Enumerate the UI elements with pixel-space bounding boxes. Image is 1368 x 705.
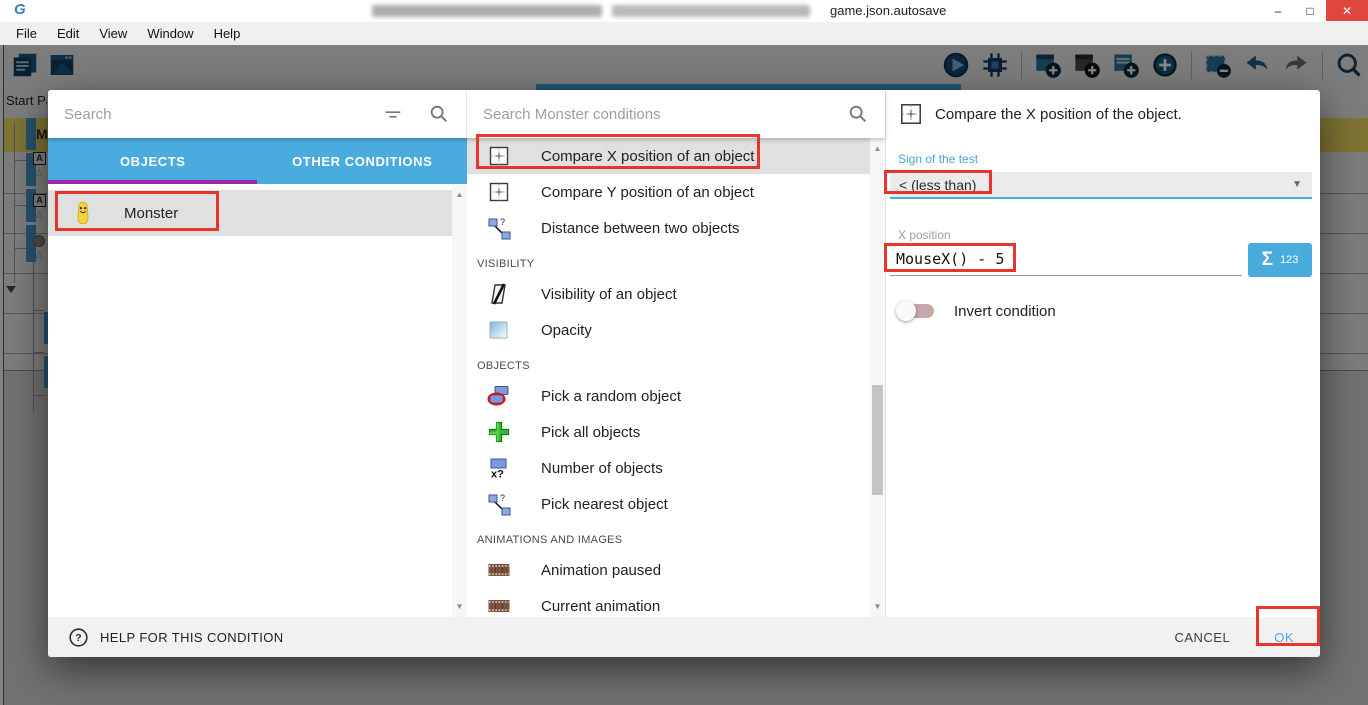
conditions-list: Compare X position of an objectCompare Y… bbox=[467, 138, 870, 617]
condition-label: Visibility of an object bbox=[541, 286, 677, 303]
condition-list-item[interactable]: Pick all objects bbox=[467, 414, 870, 450]
condition-list-item[interactable]: ? Pick nearest object bbox=[467, 486, 870, 522]
pick-all-icon bbox=[487, 420, 511, 444]
condition-list-item[interactable]: Opacity bbox=[467, 312, 870, 348]
toggle-knob bbox=[896, 301, 916, 321]
object-search-input[interactable] bbox=[64, 106, 358, 123]
dialog-footer: ? HELP FOR THIS CONDITION CANCEL OK bbox=[48, 617, 1320, 657]
x-position-label: X position bbox=[898, 228, 951, 242]
condition-label: Distance between two objects bbox=[541, 220, 739, 237]
opacity-icon bbox=[487, 318, 511, 342]
redacted-path-text bbox=[612, 5, 810, 17]
minimize-button[interactable]: – bbox=[1262, 0, 1294, 21]
active-tab-indicator bbox=[48, 180, 257, 184]
tab-objects[interactable]: OBJECTS bbox=[48, 138, 258, 184]
condition-list-item[interactable]: x? Number of objects bbox=[467, 450, 870, 486]
animation-icon bbox=[487, 594, 511, 617]
condition-label: Opacity bbox=[541, 322, 592, 339]
animation-icon bbox=[487, 558, 511, 582]
condition-title: Compare the X position of the object. bbox=[935, 106, 1182, 123]
sign-of-test-label: Sign of the test bbox=[898, 152, 978, 166]
menu-help[interactable]: Help bbox=[204, 26, 251, 41]
search-icon[interactable] bbox=[428, 103, 450, 125]
object-list-scrollbar[interactable]: ▲ ▼ bbox=[452, 184, 467, 617]
condition-label: Pick all objects bbox=[541, 424, 640, 441]
conditions-list-scrollbar[interactable]: ▲ ▼ bbox=[870, 138, 885, 617]
search-bar-row bbox=[48, 90, 885, 138]
sigma-icon: Σ bbox=[1262, 249, 1273, 271]
title-bar: G game.json.autosave –□✕ bbox=[0, 0, 1368, 22]
menu-file[interactable]: File bbox=[6, 26, 47, 41]
condition-list-item[interactable]: Pick a random object bbox=[467, 378, 870, 414]
condition-section-header: OBJECTS bbox=[467, 348, 870, 378]
window-controls: –□✕ bbox=[1262, 0, 1368, 21]
condition-list-item[interactable]: Current animation bbox=[467, 588, 870, 617]
scroll-up-arrow-icon[interactable]: ▲ bbox=[870, 141, 885, 156]
position-y-icon bbox=[487, 180, 511, 204]
condition-list-item[interactable]: ? Distance between two objects bbox=[467, 210, 870, 246]
close-button[interactable]: ✕ bbox=[1326, 0, 1368, 21]
condition-detail-header: Compare the X position of the object. bbox=[886, 90, 1320, 138]
scroll-down-arrow-icon[interactable]: ▼ bbox=[870, 599, 885, 614]
help-button[interactable]: ? HELP FOR THIS CONDITION bbox=[68, 627, 284, 648]
object-search-box bbox=[48, 90, 467, 138]
pick-random-icon bbox=[487, 384, 511, 408]
annotation-rect-monster bbox=[55, 191, 219, 231]
condition-search-input[interactable] bbox=[483, 106, 831, 123]
position-x-icon bbox=[898, 101, 924, 127]
object-count-icon: x? bbox=[487, 456, 511, 480]
svg-text:x?: x? bbox=[491, 469, 504, 481]
annotation-rect-compare-x bbox=[476, 134, 760, 169]
scroll-down-arrow-icon[interactable]: ▼ bbox=[452, 599, 467, 614]
gdevelop-logo-icon: G bbox=[14, 1, 34, 21]
condition-list-item[interactable]: Compare Y position of an object bbox=[467, 174, 870, 210]
annotation-rect-x-position bbox=[884, 243, 1016, 272]
cancel-button[interactable]: CANCEL bbox=[1174, 630, 1230, 645]
search-icon[interactable] bbox=[847, 103, 869, 125]
annotation-rect-ok bbox=[1256, 606, 1320, 646]
condition-list-item[interactable]: Visibility of an object bbox=[467, 276, 870, 312]
condition-list-item[interactable]: Animation paused bbox=[467, 552, 870, 588]
condition-section-header: VISIBILITY bbox=[467, 246, 870, 276]
help-icon: ? bbox=[68, 627, 89, 648]
menu-view[interactable]: View bbox=[89, 26, 137, 41]
condition-editor-dialog: OBJECTS OTHER CONDITIONS Monster ▲ ▼ Com… bbox=[48, 90, 1320, 657]
object-tabs: OBJECTS OTHER CONDITIONS bbox=[48, 138, 467, 184]
menu-bar: FileEditViewWindowHelp bbox=[0, 22, 1368, 45]
annotation-rect-sign bbox=[884, 170, 992, 194]
redacted-path-text bbox=[372, 5, 602, 17]
visibility-icon bbox=[487, 282, 511, 306]
scrollbar-thumb[interactable] bbox=[872, 385, 883, 495]
invert-condition-label: Invert condition bbox=[954, 303, 1056, 320]
svg-text:?: ? bbox=[75, 632, 81, 644]
scroll-up-arrow-icon[interactable]: ▲ bbox=[452, 187, 467, 202]
condition-label: Pick nearest object bbox=[541, 496, 668, 513]
chevron-down-icon: ▼ bbox=[1292, 179, 1302, 190]
condition-label: Animation paused bbox=[541, 562, 661, 579]
distance-icon: ? bbox=[487, 216, 511, 240]
svg-text:?: ? bbox=[500, 217, 505, 227]
window-title: game.json.autosave bbox=[830, 3, 946, 18]
svg-text:?: ? bbox=[500, 493, 505, 503]
pick-nearest-icon: ? bbox=[487, 492, 511, 516]
condition-section-header: ANIMATIONS AND IMAGES bbox=[467, 522, 870, 552]
menu-window[interactable]: Window bbox=[137, 26, 203, 41]
invert-condition-toggle[interactable] bbox=[898, 298, 934, 324]
condition-label: Compare Y position of an object bbox=[541, 184, 754, 201]
condition-label: Current animation bbox=[541, 598, 660, 615]
tab-other-conditions[interactable]: OTHER CONDITIONS bbox=[258, 138, 468, 184]
expression-editor-button[interactable]: Σ 123 bbox=[1248, 243, 1312, 277]
condition-label: Number of objects bbox=[541, 460, 663, 477]
menu-edit[interactable]: Edit bbox=[47, 26, 89, 41]
restore-button[interactable]: □ bbox=[1294, 0, 1326, 21]
condition-label: Pick a random object bbox=[541, 388, 681, 405]
filter-icon[interactable] bbox=[382, 103, 404, 125]
condition-search-box bbox=[467, 90, 885, 138]
invert-condition-row: Invert condition bbox=[898, 298, 1056, 324]
